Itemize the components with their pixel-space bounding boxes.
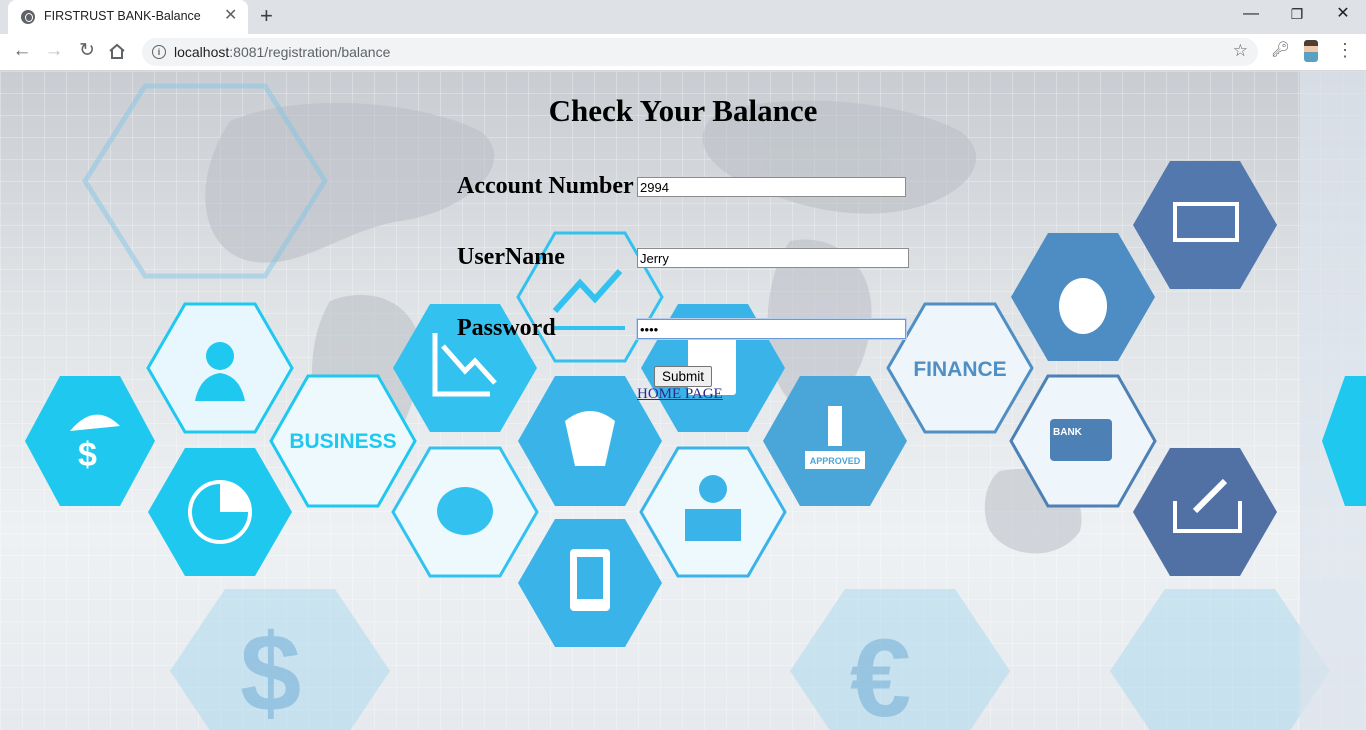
globe-icon [21, 10, 35, 24]
bank-text: BANK [1053, 427, 1083, 438]
restore-button[interactable]: ❐ [1282, 4, 1312, 24]
url-host: localhost [174, 44, 230, 60]
new-tab-button[interactable]: + [260, 5, 273, 27]
svg-text:$: $ [240, 612, 301, 730]
username-label: UserName [457, 244, 565, 270]
bookmark-star-icon[interactable]: ☆ [1233, 41, 1248, 61]
password-input[interactable] [636, 318, 907, 340]
close-tab-icon[interactable]: ✕ [224, 7, 237, 25]
submit-button[interactable]: Submit [654, 366, 712, 387]
home-icon[interactable] [108, 43, 126, 60]
info-icon[interactable]: i [152, 45, 166, 59]
home-page-link[interactable]: HOME PAGE [637, 386, 723, 403]
address-bar[interactable]: i localhost:8081/registration/balance ☆ [142, 38, 1258, 66]
minimize-button[interactable]: — [1236, 4, 1266, 24]
url-text[interactable]: localhost:8081/registration/balance [174, 44, 390, 60]
page-body: $ € $ BUSINESS APPROVED FINANCE BANK Che… [0, 71, 1366, 730]
account-number-label: Account Number [457, 173, 634, 199]
business-text: BUSINESS [289, 430, 396, 453]
close-window-button[interactable]: ✕ [1328, 4, 1358, 24]
page-title: Check Your Balance [548, 93, 818, 128]
menu-icon[interactable]: ⋮ [1336, 39, 1354, 61]
approved-text: APPROVED [810, 456, 861, 466]
tab-title: FIRSTRUST BANK-Balance [44, 9, 201, 23]
forward-icon[interactable]: → [42, 40, 66, 62]
reload-icon[interactable]: ↻ [75, 40, 99, 62]
profile-avatar[interactable] [1304, 40, 1318, 62]
browser-toolbar: ← → ↻ i localhost:8081/registration/bala… [0, 34, 1366, 71]
active-tab[interactable]: FIRSTRUST BANK-Balance ✕ [8, 0, 248, 34]
finance-text: FINANCE [913, 358, 1006, 381]
tab-strip: FIRSTRUST BANK-Balance ✕ + — ❐ ✕ [0, 0, 1366, 34]
username-input[interactable] [637, 248, 909, 268]
url-path: :8081/registration/balance [229, 44, 391, 60]
back-icon[interactable]: ← [10, 40, 34, 62]
password-label: Password [457, 315, 556, 341]
account-number-input[interactable] [637, 177, 906, 197]
svg-text:$: $ [78, 436, 97, 474]
svg-text:€: € [850, 617, 911, 730]
key-icon[interactable]: 🔑︎ [1271, 40, 1290, 58]
